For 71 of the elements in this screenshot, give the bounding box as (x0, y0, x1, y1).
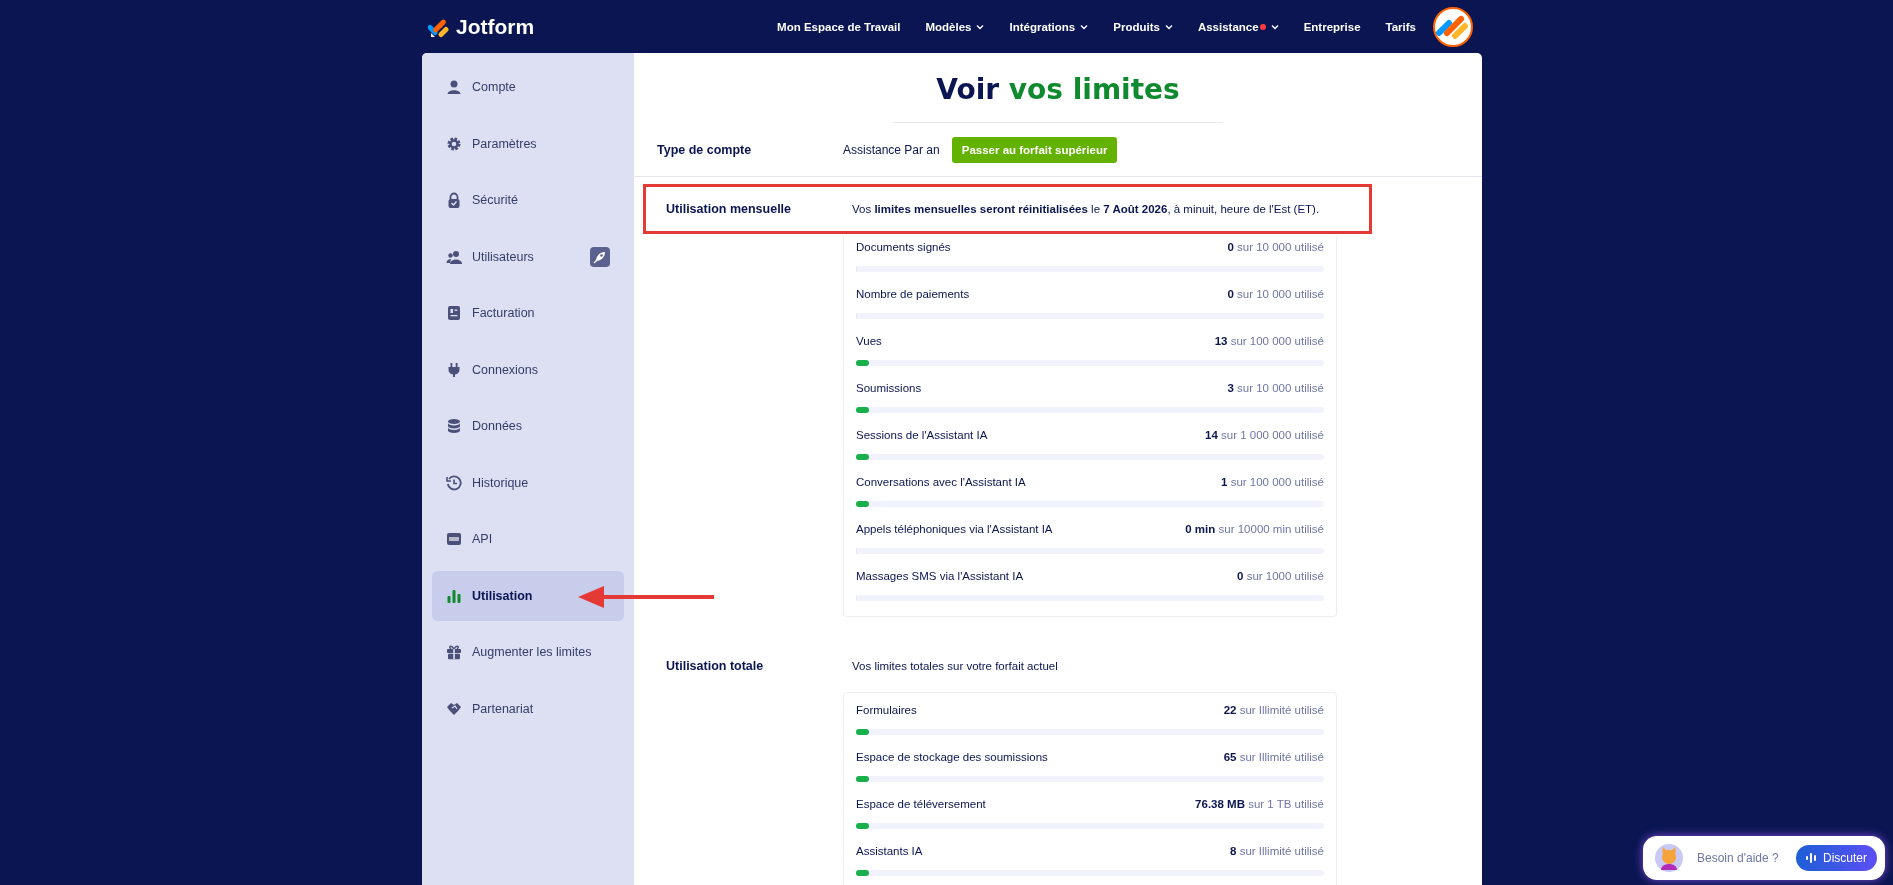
sidebar-item[interactable]: Données (432, 401, 624, 451)
usage-label: Espace de stockage des soumissions (856, 751, 1048, 763)
gift-icon (446, 644, 462, 660)
assistant-avatar-icon (1655, 844, 1683, 872)
usage-value: 3 sur 10 000 utilisé (1227, 382, 1324, 394)
usage-value: 0 sur 10 000 utilisé (1227, 288, 1324, 300)
nav-link[interactable]: Assistance (1197, 20, 1279, 33)
usage-value: 14 sur 1 000 000 utilisé (1205, 429, 1324, 441)
usage-value: 0 min sur 10000 min utilisé (1185, 523, 1324, 535)
usage-label: Soumissions (856, 382, 922, 394)
chat-button[interactable]: Discuter (1796, 845, 1877, 871)
voice-icon (1806, 852, 1818, 864)
notification-dot (1259, 23, 1266, 30)
help-text: Besoin d'aide ? (1697, 851, 1779, 865)
receipt-icon (446, 305, 462, 321)
usage-label: Sessions de l'Assistant IA (856, 429, 988, 441)
caret-icon (1080, 23, 1089, 30)
page-title: Voir vos limites (935, 73, 1181, 106)
settings-icon (446, 135, 462, 152)
usage-label: Massages SMS via l'Assistant IA (856, 570, 1024, 582)
logo-text: Jotform (456, 14, 535, 39)
sidebar-item[interactable]: Compte (432, 62, 624, 112)
api-icon (446, 531, 462, 547)
sidebar-item[interactable]: Utilisateurs (432, 231, 624, 282)
usage-value: 13 sur 100 000 utilisé (1214, 335, 1324, 347)
usage-label: Vues (856, 335, 882, 347)
sidebar-item[interactable]: Augmenter les limites (432, 627, 624, 677)
usage-label: Nombre de paiements (856, 288, 970, 300)
usage-label: Appels téléphoniques via l'Assistant IA (856, 523, 1053, 535)
caret-icon (1164, 23, 1173, 30)
caret-icon (1270, 23, 1279, 30)
section-label: Utilisation totale (666, 659, 765, 673)
plug-icon (446, 361, 462, 378)
user-icon (446, 79, 462, 95)
sidebar-item[interactable]: Connexions (432, 344, 624, 395)
usage-value: 1 sur 100 000 utilisé (1221, 476, 1324, 488)
section-label: Type de compte (657, 142, 753, 157)
sidebar-item[interactable]: API (432, 514, 624, 564)
sidebar-item[interactable]: Facturation (432, 288, 624, 338)
usage-label: Documents signés (856, 241, 951, 253)
usage-label: Conversations avec l'Assistant IA (856, 476, 1026, 488)
sidebar-item[interactable]: Partenariat (432, 683, 624, 734)
users-icon (446, 248, 462, 265)
usage-label: Assistants IA (856, 845, 923, 857)
nav-link[interactable]: Produits (1113, 20, 1173, 33)
bar-chart-icon (446, 587, 462, 604)
database-icon (446, 418, 462, 434)
nav-link[interactable]: Intégrations (1009, 20, 1089, 33)
usage-value: 8 sur Illimité utilisé (1230, 845, 1324, 857)
sidebar-item[interactable]: Paramètres (432, 118, 624, 169)
nav-link[interactable]: Entreprise (1303, 20, 1361, 33)
usage-label: Formulaires (856, 704, 917, 716)
nav-link[interactable]: Tarifs (1385, 20, 1416, 33)
nav-link[interactable]: Mon Espace de Travail (777, 20, 901, 33)
usage-value: 0 sur 1000 utilisé (1237, 570, 1324, 582)
nav-link[interactable]: Modèles (925, 20, 985, 33)
sidebar-item[interactable]: Utilisation (432, 570, 624, 621)
usage-value: 76.38 MB sur 1 TB utilisé (1195, 798, 1324, 810)
usage-value: 22 sur Illimité utilisé (1223, 704, 1324, 716)
section-description: Vos limites totales sur votre forfait actuel (852, 660, 1059, 672)
section-description: Vos limites mensuelles seront réinitialisées le 7 Août 2026, à minuit, heure de l'Est (ET). (852, 203, 1321, 215)
plan-name: Assistance Par an (843, 142, 940, 157)
usage-value: 65 sur Illimité utilisé (1223, 751, 1324, 763)
lock-icon (446, 192, 462, 208)
sidebar-item[interactable]: Sécurité (432, 175, 624, 225)
section-label: Utilisation mensuelle (666, 202, 793, 216)
caret-icon (976, 23, 985, 30)
usage-value: 0 sur 10 000 utilisé (1227, 241, 1324, 253)
sidebar-item[interactable]: Historique (432, 457, 624, 508)
usage-label: Espace de téléversement (856, 798, 986, 810)
history-icon (446, 474, 462, 491)
